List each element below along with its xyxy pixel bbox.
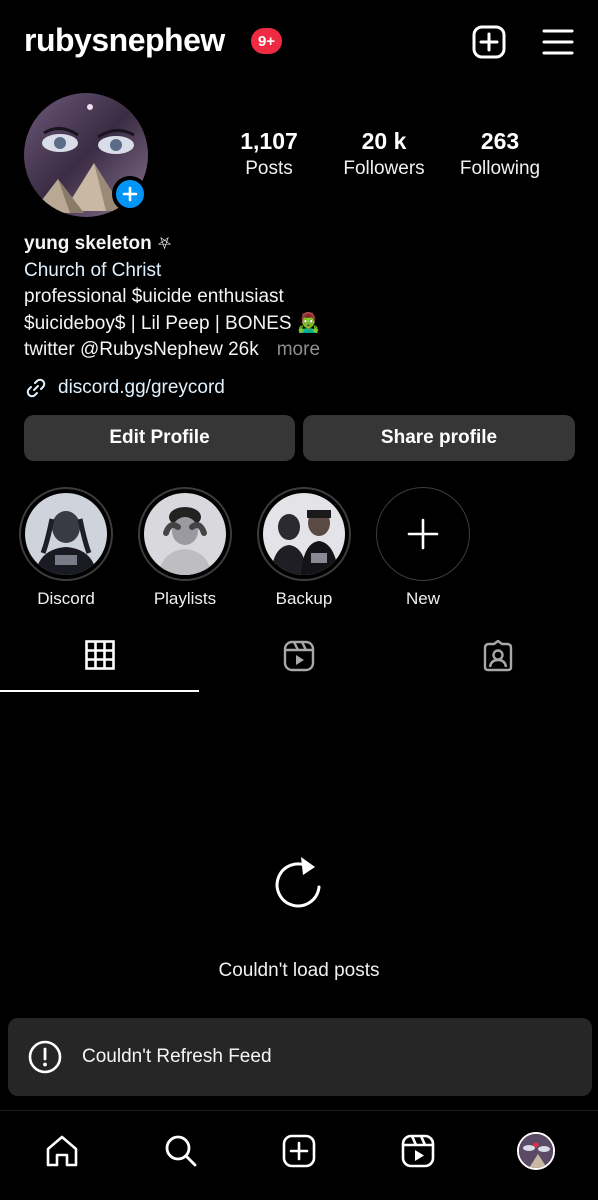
create-icon (282, 1134, 316, 1168)
highlight-label: Discord (37, 589, 95, 608)
display-name: yung skeleton (24, 233, 152, 254)
category-label: Church of Christ (24, 259, 162, 281)
plus-icon (407, 518, 439, 550)
following-label: Following (459, 158, 541, 179)
tab-reels[interactable] (199, 640, 398, 692)
new-highlight-button[interactable]: New (376, 487, 470, 609)
nav-create[interactable] (277, 1129, 321, 1173)
bottom-navigation (0, 1110, 598, 1200)
display-name-row: yung skeleton ⛧ (24, 231, 564, 258)
username-switcher[interactable]: rubysnephew (24, 22, 225, 59)
menu-button[interactable] (540, 24, 576, 60)
followers-count: 20 k (361, 128, 407, 154)
nav-profile[interactable] (514, 1129, 558, 1173)
share-profile-button[interactable]: Share profile (303, 415, 575, 461)
search-icon (165, 1135, 197, 1167)
error-toast: Couldn't Refresh Feed (8, 1018, 592, 1096)
feed-error-state (0, 855, 598, 918)
followers-stat[interactable]: 20 k Followers (324, 126, 444, 182)
highlight-label: Backup (275, 589, 333, 608)
bio-line-3: twitter @RubysNephew 26k (24, 339, 259, 360)
highlight-cover (144, 493, 226, 575)
tagged-icon (483, 640, 512, 672)
posts-stat[interactable]: 1,107 Posts (209, 126, 329, 182)
home-icon (46, 1135, 78, 1167)
refresh-icon[interactable] (273, 855, 325, 913)
highlight-cover (263, 493, 345, 575)
highlight-playlists[interactable]: Playlists (138, 487, 232, 609)
link-icon (26, 378, 46, 398)
following-count: 263 (480, 128, 520, 154)
nav-search[interactable] (159, 1129, 203, 1173)
menu-icon (542, 29, 574, 55)
tab-tagged[interactable] (398, 640, 597, 692)
highlight-label: New (405, 589, 440, 608)
grid-icon (84, 640, 115, 670)
active-tab-indicator (0, 690, 199, 692)
followers-label: Followers (343, 158, 425, 179)
add-story-button[interactable] (112, 176, 148, 212)
highlight-discord[interactable]: Discord (19, 487, 113, 609)
nav-reels[interactable] (396, 1129, 440, 1173)
plus-icon (122, 186, 138, 202)
add-post-button[interactable] (471, 24, 507, 60)
alert-icon (28, 1040, 62, 1074)
reels-icon (283, 640, 314, 672)
profile-bio: yung skeleton ⛧ Church of Christ profess… (24, 231, 564, 364)
tab-posts-grid[interactable] (0, 640, 199, 692)
profile-avatar (517, 1132, 555, 1170)
notification-badge[interactable]: 9+ (251, 28, 282, 54)
profile-avatar-container[interactable] (24, 93, 148, 217)
edit-profile-button[interactable]: Edit Profile (24, 415, 295, 461)
bio-line-2: $uicideboy$ | Lil Peep | BONES 🧟‍♂️ (24, 312, 321, 334)
top-header: rubysnephew 9+ (0, 0, 598, 84)
feed-error-message: Couldn't load posts (218, 960, 380, 981)
add-post-icon (472, 25, 506, 59)
bio-line-1: professional $uicide enthusiast (24, 286, 284, 307)
reels-icon (401, 1134, 435, 1168)
profile-link[interactable]: discord.gg/greycord (24, 376, 225, 400)
highlight-backup[interactable]: Backup (257, 487, 351, 609)
more-link[interactable]: more (277, 339, 320, 360)
nav-home[interactable] (40, 1129, 84, 1173)
pentagram-symbol: ⛧ (157, 234, 172, 253)
following-stat[interactable]: 263 Following (440, 126, 560, 182)
posts-count: 1,107 (240, 128, 298, 154)
notification-dot (533, 1142, 539, 1148)
bio-line-3-row: twitter @RubysNephew 26k more (24, 337, 564, 364)
toast-message: Couldn't Refresh Feed (82, 1046, 272, 1067)
highlight-cover (25, 493, 107, 575)
profile-link-text[interactable]: discord.gg/greycord (58, 377, 225, 399)
highlight-label: Playlists (153, 589, 217, 608)
posts-label: Posts (245, 158, 293, 179)
